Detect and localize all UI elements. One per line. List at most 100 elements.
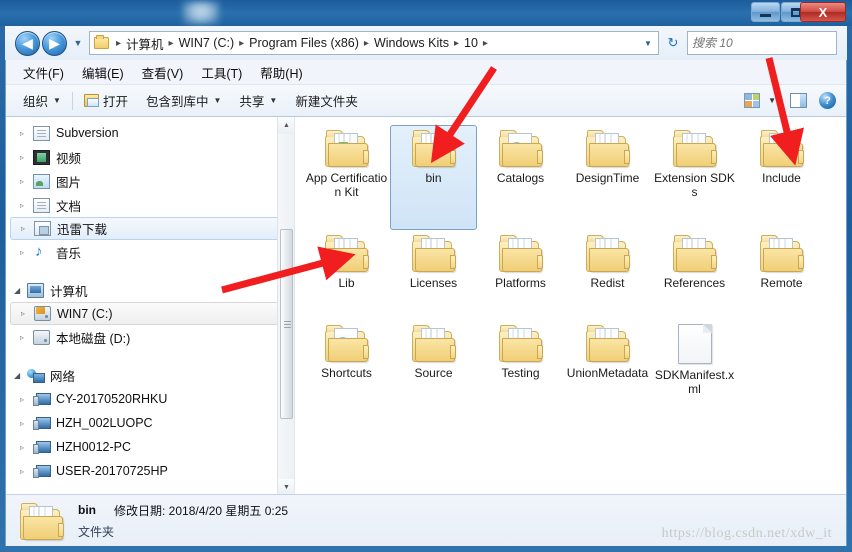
sidebar-item-user-20170725hp[interactable]: ▹ USER-20170725HP — [6, 459, 294, 483]
sidebar-item-label: 音乐 — [56, 246, 82, 261]
file-item-lib[interactable]: Lib — [303, 230, 390, 320]
sidebar-item-win7-c[interactable]: ▹ WIN7 (C:) — [10, 302, 288, 325]
sidebar-item-music[interactable]: ▹ 音乐 — [6, 240, 294, 264]
minimize-button[interactable] — [751, 2, 780, 22]
back-button[interactable]: ◀ — [15, 30, 40, 56]
chevron-down-icon[interactable]: ▼ — [768, 96, 776, 105]
file-item-label: Include — [762, 171, 801, 185]
chevron-right-icon[interactable]: ▹ — [20, 248, 33, 257]
organize-label: 组织 — [23, 95, 49, 109]
search-box[interactable]: ⌕ — [687, 31, 852, 55]
file-item-extension-sdks[interactable]: Extension SDKs — [651, 125, 738, 230]
file-item-redist[interactable]: Redist — [564, 230, 651, 320]
chevron-right-icon[interactable]: ▹ — [21, 224, 34, 233]
file-item-designtime[interactable]: DesignTime — [564, 125, 651, 230]
file-item-label: Extension SDKs — [654, 171, 735, 199]
file-item-label: References — [663, 276, 726, 290]
sidebar-item-label: HZH_002LUOPC — [56, 416, 153, 430]
search-input[interactable] — [692, 36, 849, 50]
file-item-testing[interactable]: Testing — [477, 320, 564, 415]
sidebar-item-hzh0012-pc[interactable]: ▹ HZH0012-PC — [6, 435, 294, 459]
network-icon — [27, 368, 45, 383]
close-button[interactable]: X — [800, 2, 846, 22]
file-item-bin[interactable]: bin — [390, 125, 477, 230]
chevron-right-icon[interactable]: ▹ — [20, 177, 33, 186]
refresh-icon[interactable]: ↻ — [662, 32, 684, 54]
scrollbar-thumb[interactable] — [280, 229, 293, 419]
breadcrumb-item-computer[interactable]: 计算机 — [124, 34, 166, 53]
file-item-sdkmanifest-xml[interactable]: SDKManifest.xml — [651, 320, 738, 415]
breadcrumb-item-win7c[interactable]: WIN7 (C:) — [177, 36, 237, 50]
chevron-down-icon[interactable]: ▼ — [640, 39, 656, 48]
tree-group-gap — [6, 349, 294, 363]
menu-view[interactable]: 查看(V) — [133, 60, 193, 85]
chevron-right-icon[interactable]: ▹ — [20, 333, 33, 342]
file-item-label: App Certification Kit — [305, 171, 388, 199]
folder-icon — [498, 324, 543, 362]
chevron-down-icon[interactable]: ◢ — [14, 286, 27, 295]
chevron-right-icon[interactable]: ▹ — [20, 395, 33, 404]
menu-help[interactable]: 帮助(H) — [251, 60, 311, 85]
recent-pages-button[interactable]: ▼ — [71, 38, 85, 48]
help-icon[interactable]: ? — [819, 92, 836, 109]
file-item-licenses[interactable]: Licenses — [390, 230, 477, 320]
scroll-up-icon[interactable]: ▲ — [278, 117, 294, 134]
toolbar-right-group: ▼ ? — [744, 92, 846, 109]
breadcrumb-item-program-files-x86[interactable]: Program Files (x86) — [247, 36, 361, 50]
file-item-catalogs[interactable]: Catalogs — [477, 125, 564, 230]
sidebar-item-subversion[interactable]: ▹ Subversion — [6, 121, 294, 145]
open-button[interactable]: 打开 — [75, 88, 137, 113]
menu-edit[interactable]: 编辑(E) — [73, 60, 133, 85]
folder-icon — [672, 234, 717, 272]
sidebar-item-pictures[interactable]: ▹ 图片 — [6, 169, 294, 193]
chevron-right-icon[interactable]: ▹ — [20, 467, 33, 476]
file-item-app-certification-kit[interactable]: App Certification Kit — [303, 125, 390, 230]
breadcrumb-item-windows-kits[interactable]: Windows Kits — [372, 36, 451, 50]
file-item-shortcuts[interactable]: Shortcuts — [303, 320, 390, 415]
music-icon — [33, 243, 50, 260]
chevron-down-icon: ▼ — [213, 96, 222, 105]
chevron-right-icon[interactable]: ▹ — [20, 443, 33, 452]
file-item-source[interactable]: Source — [390, 320, 477, 415]
forward-button[interactable]: ▶ — [42, 30, 67, 56]
file-item-include[interactable]: Include — [738, 125, 825, 230]
sidebar-item-cy-20170520rhku[interactable]: ▹ CY-20170520RHKU — [6, 387, 294, 411]
file-item-label: Testing — [501, 366, 540, 380]
sidebar-item-hzh-002luopc[interactable]: ▹ HZH_002LUOPC — [6, 411, 294, 435]
sidebar-item-local-disk-d[interactable]: ▹ 本地磁盘 (D:) — [6, 325, 294, 349]
new-folder-label: 新建文件夹 — [295, 95, 358, 109]
preview-pane-icon[interactable] — [790, 93, 807, 108]
file-item-platforms[interactable]: Platforms — [477, 230, 564, 320]
include-in-library-button[interactable]: 包含到库中 ▼ — [137, 88, 230, 113]
sidebar-item-thunder-downloads[interactable]: ▹ 迅雷下载 — [10, 217, 288, 240]
sidebar-item-videos[interactable]: ▹ 视频 — [6, 145, 294, 169]
folder-icon — [411, 129, 456, 167]
organize-button[interactable]: 组织 ▼ — [14, 88, 70, 113]
file-item-remote[interactable]: Remote — [738, 230, 825, 320]
sidebar-item-computer[interactable]: ◢ 计算机 — [6, 278, 294, 302]
menu-tools[interactable]: 工具(T) — [192, 60, 251, 85]
address-bar-row: ◀ ▶ ▼ ▸ 计算机 ▸ WIN7 (C:) ▸ Program Files … — [5, 26, 852, 60]
chevron-right-icon[interactable]: ▹ — [20, 201, 33, 210]
chevron-down-icon[interactable]: ◢ — [14, 371, 27, 380]
breadcrumb-item-10[interactable]: 10 — [462, 36, 480, 50]
menu-file[interactable]: 文件(F) — [14, 60, 73, 85]
sidebar-item-label: 本地磁盘 (D:) — [56, 331, 131, 346]
change-view-icon[interactable] — [744, 93, 761, 108]
maximize-icon — [790, 7, 801, 17]
navigation-scrollbar[interactable]: ▲ ▼ — [277, 117, 294, 496]
folder-icon — [324, 129, 369, 167]
chevron-right-icon[interactable]: ▹ — [20, 419, 33, 428]
chevron-right-icon[interactable]: ▹ — [20, 153, 33, 162]
share-button[interactable]: 共享 ▼ — [230, 88, 286, 113]
breadcrumb[interactable]: ▸ 计算机 ▸ WIN7 (C:) ▸ Program Files (x86) … — [89, 31, 659, 55]
file-item-references[interactable]: References — [651, 230, 738, 320]
chevron-right-icon[interactable]: ▹ — [21, 309, 34, 318]
file-item-unionmetadata[interactable]: UnionMetadata — [564, 320, 651, 415]
sidebar-item-documents[interactable]: ▹ 文档 — [6, 193, 294, 217]
new-folder-button[interactable]: 新建文件夹 — [286, 88, 367, 113]
breadcrumb-separator: ▸ — [168, 37, 174, 49]
file-item-label: bin — [425, 171, 442, 185]
sidebar-item-network[interactable]: ◢ 网络 — [6, 363, 294, 387]
chevron-right-icon[interactable]: ▹ — [20, 129, 33, 138]
